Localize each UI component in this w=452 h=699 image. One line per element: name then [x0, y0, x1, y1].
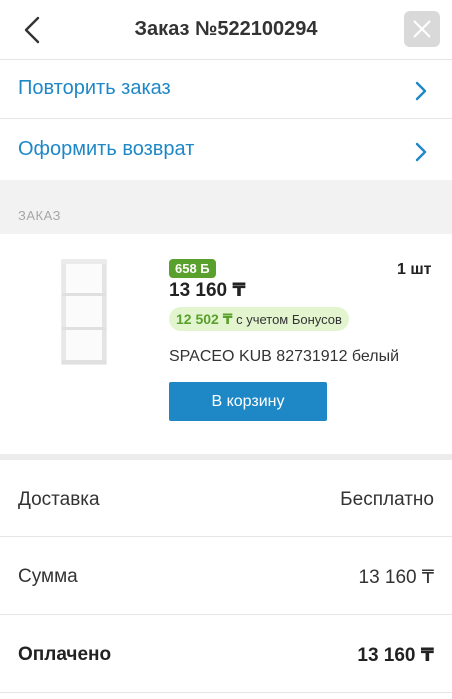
delivery-row: Доставка Бесплатно [0, 460, 452, 538]
chevron-right-icon [415, 142, 427, 162]
product-card: 658 Б 13 160 ₸ 1 шт 12 502 ₸ с учетом Бо… [0, 234, 452, 454]
product-price: 13 160 ₸ [169, 280, 246, 301]
delivery-label: Доставка [18, 489, 100, 510]
sum-label: Сумма [18, 566, 78, 587]
divider [0, 692, 452, 693]
section-label: ЗАКАЗ [18, 208, 61, 223]
chevron-right-icon [415, 81, 427, 101]
add-to-cart-button[interactable]: В корзину [169, 382, 327, 421]
bonus-price: 12 502 ₸ [176, 311, 233, 327]
bonus-price-pill: 12 502 ₸ с учетом Бонусов [169, 307, 349, 331]
sum-value: 13 160 ₸ [358, 567, 434, 588]
bonus-badge: 658 Б [169, 259, 216, 278]
close-button[interactable] [404, 11, 440, 47]
page-title: Заказ №522100294 [134, 18, 318, 40]
repeat-order-row[interactable]: Повторить заказ [0, 61, 452, 121]
top-bar: Заказ №522100294 [0, 0, 452, 60]
return-order-link[interactable]: Оформить возврат [18, 138, 194, 161]
return-order-row[interactable]: Оформить возврат [0, 119, 452, 179]
repeat-order-link[interactable]: Повторить заказ [18, 77, 171, 100]
shelf-product-image[interactable] [56, 256, 110, 368]
paid-row: Оплачено 13 160 ₸ [0, 615, 452, 693]
sum-row: Сумма 13 160 ₸ [0, 537, 452, 615]
product-name[interactable]: SPACEO KUB 82731912 белый [169, 348, 399, 366]
product-quantity: 1 шт [397, 261, 432, 278]
bonus-note: с учетом Бонусов [236, 312, 342, 327]
order-section-header: ЗАКАЗ [0, 180, 452, 234]
close-icon [413, 20, 431, 38]
paid-label: Оплачено [18, 644, 112, 665]
paid-value: 13 160 ₸ [357, 645, 434, 666]
delivery-value: Бесплатно [340, 489, 434, 510]
